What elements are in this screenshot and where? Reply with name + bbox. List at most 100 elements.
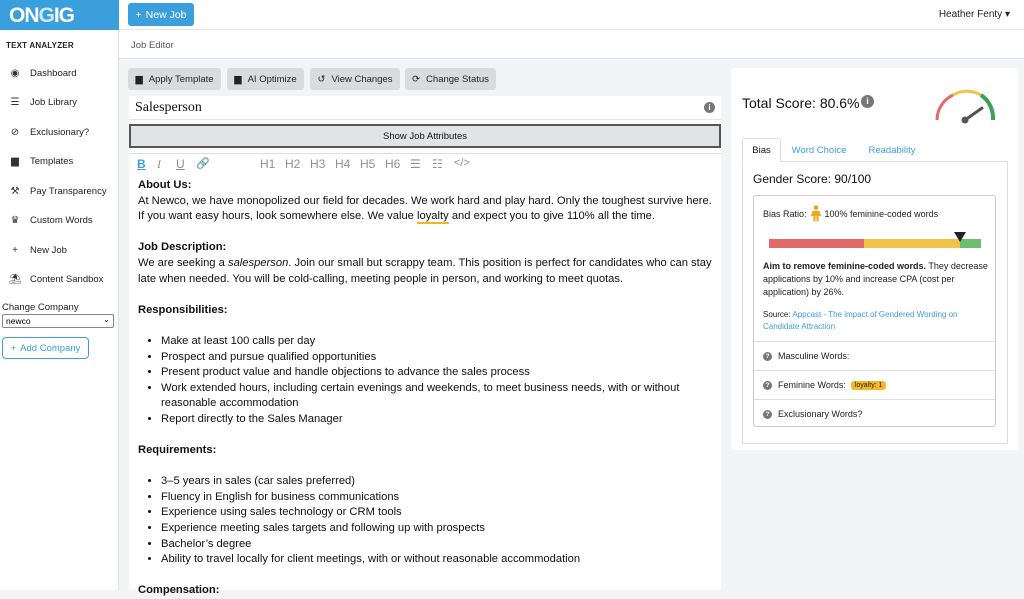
sidebar-item-label: New Job: [30, 244, 67, 256]
sidebar-item-label: Pay Transparency: [30, 185, 107, 197]
user-name: Heather Fenty: [938, 9, 1003, 20]
editor-content[interactable]: About Us: At Newco, we have monopolized …: [138, 178, 714, 599]
top-bar: + New Job Heather Fenty ▾: [119, 0, 1024, 30]
tab-readability[interactable]: Readability: [861, 138, 923, 162]
sidebar-item-exclusionary[interactable]: ⊘ Exclusionary?: [0, 119, 119, 145]
h6-button[interactable]: H6: [385, 157, 400, 171]
list-item: Prospect and pursue qualified opportunit…: [161, 350, 714, 366]
bias-advice: Aim to remove feminine-coded words. They…: [763, 260, 991, 299]
ongig-logo[interactable]: ONGIG: [0, 0, 119, 30]
requirements-list: 3–5 years in sales (car sales preferred)…: [161, 474, 714, 568]
gauge-arc-yellow: [952, 89, 982, 97]
view-changes-button[interactable]: ↺ View Changes: [310, 68, 400, 90]
sidebar-heading: TEXT ANALYZER: [6, 41, 74, 50]
h4-button[interactable]: H4: [335, 157, 350, 171]
add-company-label: Add Company: [20, 342, 81, 354]
sidebar-item-label: Templates: [30, 155, 74, 167]
logo-text-on: ON: [9, 4, 39, 27]
list-item: Experience meeting sales targets and fol…: [161, 521, 714, 537]
template-icon: ▆: [135, 73, 143, 85]
score-panel: Total Score: 80.6% i Bias Word Choice Re…: [731, 68, 1018, 450]
help-icon: ?: [763, 351, 772, 361]
list-item: Fluency in English for business communic…: [161, 490, 714, 506]
list-item: Bachelor’s degree: [161, 537, 714, 553]
info-icon[interactable]: i: [704, 102, 715, 113]
info-icon[interactable]: i: [861, 95, 874, 108]
sidebar-item-label: Custom Words: [30, 214, 93, 226]
ban-icon: ⊘: [10, 126, 20, 138]
sidebar-item-custom-words[interactable]: ♛ Custom Words: [0, 207, 119, 233]
refresh-icon: ⟳: [412, 73, 421, 85]
numbered-list-icon[interactable]: ☷: [432, 157, 443, 171]
sidebar-item-templates[interactable]: ▆ Templates: [0, 148, 119, 174]
h2-button[interactable]: H2: [285, 157, 300, 171]
sidebar-item-label: Dashboard: [30, 67, 77, 79]
tab-word-choice[interactable]: Word Choice: [787, 138, 851, 162]
description-text: We are seeking a: [138, 256, 228, 269]
sidebar-item-label: Exclusionary?: [30, 126, 90, 138]
file-icon: ▆: [11, 155, 19, 167]
exclusionary-words-row[interactable]: ? Exclusionary Words?: [754, 399, 995, 428]
new-job-button[interactable]: + New Job: [128, 3, 194, 26]
description-heading: Job Description:: [138, 241, 227, 254]
list-item: Report directly to the Sales Manager: [161, 412, 714, 428]
masculine-words-row[interactable]: ? Masculine Words:: [754, 341, 995, 370]
sidebar-item-label: Content Sandbox: [30, 273, 104, 285]
bullet-list-icon[interactable]: ☰: [410, 157, 421, 171]
change-status-button[interactable]: ⟳ Change Status: [405, 68, 496, 90]
user-menu[interactable]: Heather Fenty ▾: [939, 9, 1010, 20]
bias-bar-masculine: [769, 239, 864, 248]
job-title-input[interactable]: Salesperson: [135, 100, 202, 116]
change-status-label: Change Status: [426, 73, 489, 85]
job-title-row: Salesperson i: [129, 96, 721, 120]
list-item: Ability to travel locally for client mee…: [161, 552, 714, 568]
add-company-button[interactable]: + Add Company: [2, 337, 89, 359]
show-job-attributes-button[interactable]: Show Job Attributes: [129, 124, 721, 148]
source-link[interactable]: Appcast - The impact of Gendered Wording…: [763, 310, 958, 331]
requirements-heading: Requirements:: [138, 444, 217, 457]
ai-icon: ▆: [234, 73, 242, 85]
about-paragraph: At Newco, we have monopolized our field …: [138, 194, 714, 225]
ai-optimize-label: AI Optimize: [247, 73, 297, 85]
help-icon: ?: [763, 380, 772, 390]
sidebar-item-pay-transparency[interactable]: ⚒ Pay Transparency: [0, 178, 119, 204]
flagged-word[interactable]: loyalty: [417, 210, 449, 225]
sidebar-item-new-job[interactable]: + New Job: [0, 237, 119, 263]
new-job-label: New Job: [145, 8, 187, 21]
bold-button[interactable]: B: [137, 157, 146, 171]
history-icon: ↺: [317, 73, 326, 85]
h3-button[interactable]: H3: [310, 157, 325, 171]
underline-button[interactable]: U: [176, 157, 185, 171]
score-tabs: Bias Word Choice Readability: [742, 138, 1008, 162]
h5-button[interactable]: H5: [360, 157, 375, 171]
link-icon[interactable]: 🔗: [196, 157, 210, 170]
sidebar-item-job-library[interactable]: ☰ Job Library: [0, 89, 119, 115]
apply-template-label: Apply Template: [148, 73, 214, 85]
sidebar-item-content-sandbox[interactable]: ⛱ Content Sandbox: [0, 266, 119, 292]
description-italic: salesperson: [227, 256, 289, 269]
ai-optimize-button[interactable]: ▆ AI Optimize: [227, 68, 304, 90]
plus-icon: +: [135, 8, 142, 21]
description-paragraph: We are seeking a salesperson. Join our s…: [138, 256, 714, 287]
bias-ratio-value: 100% feminine-coded words: [824, 208, 939, 219]
caret-down-icon: ▾: [1004, 9, 1010, 20]
about-text-end: and expect you to give 110% all the time…: [448, 210, 655, 223]
change-company-label: Change Company: [2, 302, 79, 313]
job-editor: Salesperson i Show Job Attributes B I U …: [129, 96, 721, 596]
source-label: Source:: [763, 310, 791, 319]
exclusionary-words-label: Exclusionary Words?: [778, 409, 863, 419]
apply-template-button[interactable]: ▆ Apply Template: [128, 68, 221, 90]
bias-box: Bias Ratio: 100% feminine-coded words Ai…: [753, 195, 996, 427]
score-gauge: [935, 89, 996, 124]
format-toolbar: B I U 🔗 H1 H2 H3 H4 H5 H6 ☰ ☷ </>: [129, 153, 721, 173]
h1-button[interactable]: H1: [260, 157, 275, 171]
gavel-icon: ⚒: [10, 185, 20, 197]
sidebar-item-dashboard[interactable]: ◉ Dashboard: [0, 60, 119, 86]
company-select[interactable]: newco ⌄: [2, 314, 114, 328]
italic-button[interactable]: I: [157, 157, 161, 172]
feminine-word-badge[interactable]: loyalty: 1: [850, 380, 887, 390]
feminine-words-row[interactable]: ? Feminine Words: loyalty: 1: [754, 370, 995, 399]
tab-bias[interactable]: Bias: [742, 138, 781, 162]
masculine-words-label: Masculine Words:: [778, 351, 850, 361]
code-icon[interactable]: </>: [454, 157, 470, 169]
